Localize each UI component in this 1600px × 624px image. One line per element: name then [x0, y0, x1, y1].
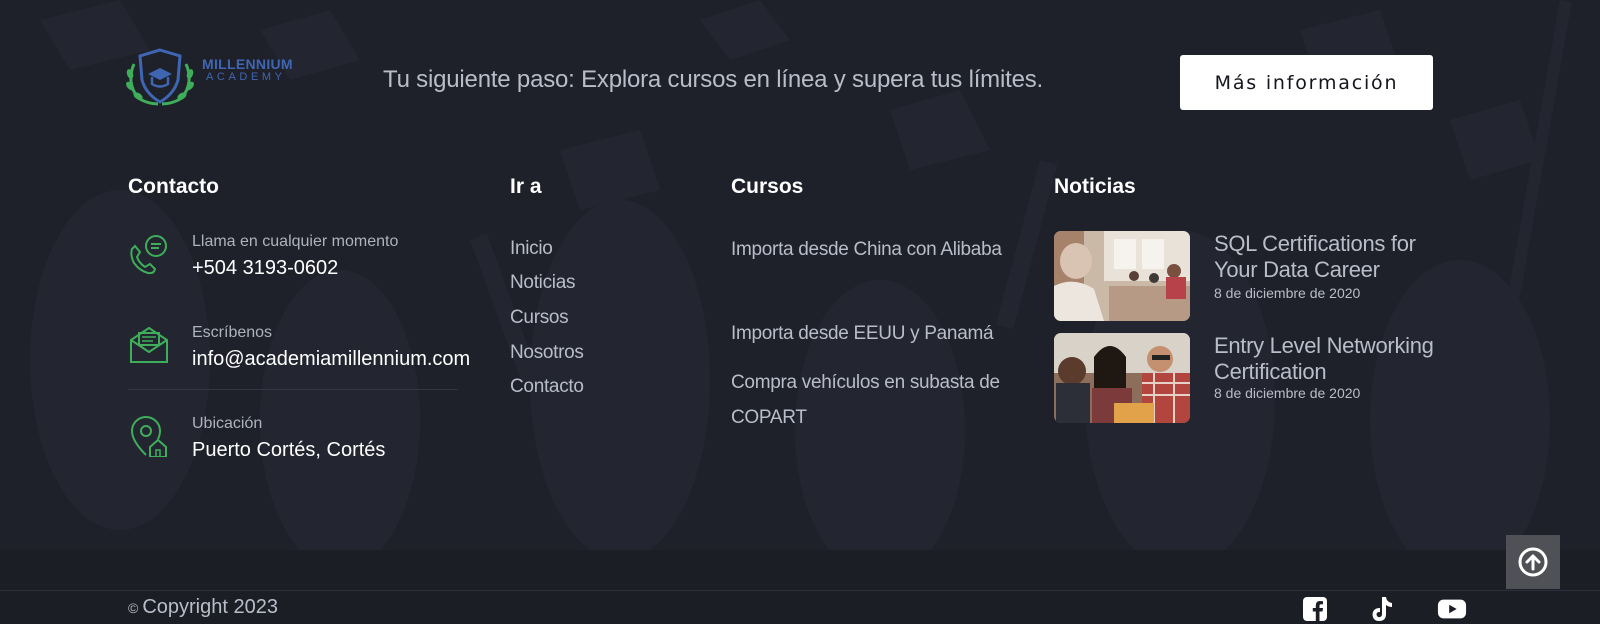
tagline: Tu siguiente paso: Explora cursos en lín… [383, 66, 1043, 93]
nav-link-nosotros[interactable]: Nosotros [510, 342, 584, 364]
facebook-icon [1303, 597, 1327, 621]
course-link-copart[interactable]: Compra vehículos en subasta de COPART [731, 365, 1001, 435]
mail-icon [130, 326, 168, 363]
phone-chat-icon [130, 235, 167, 275]
news-thumbnail[interactable] [1054, 231, 1190, 321]
tiktok-icon [1372, 597, 1392, 621]
logo-line1: MILLENNIUM [202, 56, 293, 72]
youtube-icon [1437, 599, 1467, 619]
news-item[interactable]: SQL Certifications for Your Data Career … [1054, 231, 1454, 323]
contact-phone-value[interactable]: +504 3193-0602 [192, 257, 338, 280]
news-date: 8 de diciembre de 2020 [1214, 285, 1361, 301]
contact-email-label: Escríbenos [192, 324, 273, 341]
nav-title: Ir a [510, 175, 542, 198]
news-date: 8 de diciembre de 2020 [1214, 385, 1361, 401]
bottom-divider [0, 590, 1600, 591]
more-info-button[interactable]: Más información [1180, 55, 1433, 110]
students-photo [1054, 333, 1190, 423]
contact-phone-label: Llama en cualquier momento [192, 233, 399, 250]
contact-location[interactable]: Ubicación Puerto Cortés, Cortés [128, 415, 468, 485]
courses-title: Cursos [731, 175, 804, 198]
back-to-top-button[interactable] [1506, 535, 1560, 589]
news-thumbnail[interactable] [1054, 333, 1190, 423]
copyright-symbol: © [128, 599, 139, 616]
tiktok-link[interactable] [1367, 594, 1397, 624]
course-link-eeuu[interactable]: Importa desde EEUU y Panamá [731, 316, 1011, 351]
nav-link-contacto[interactable]: Contacto [510, 376, 584, 398]
nav-link-cursos[interactable]: Cursos [510, 307, 569, 329]
contact-divider [128, 389, 458, 390]
classroom-photo [1054, 231, 1190, 321]
contact-email-value[interactable]: info@academiamillennium.com [192, 348, 470, 371]
news-title-link[interactable]: Entry Level Networking Certification [1214, 333, 1454, 385]
logo-line2: ACADEMY [206, 71, 286, 83]
copyright-text: Copyright 2023 [142, 596, 278, 618]
location-home-icon [130, 416, 167, 457]
copyright: © Copyright 2023 [128, 596, 278, 619]
contact-email[interactable]: Escríbenos info@academiamillennium.com [128, 324, 470, 394]
youtube-link[interactable] [1437, 594, 1467, 624]
news-item[interactable]: Entry Level Networking Certification 8 d… [1054, 333, 1454, 425]
nav-link-inicio[interactable]: Inicio [510, 238, 553, 260]
facebook-link[interactable] [1300, 594, 1330, 624]
brand-logo[interactable]: MILLENNIUM ACADEMY [124, 46, 302, 106]
nav-link-noticias[interactable]: Noticias [510, 272, 575, 294]
news-title: Noticias [1054, 175, 1136, 198]
contact-phone[interactable]: Llama en cualquier momento +504 3193-060… [128, 233, 468, 303]
shield-laurel-icon [126, 48, 194, 106]
contact-location-label: Ubicación [192, 415, 263, 432]
arrow-up-circle-icon [1518, 547, 1548, 577]
course-link-china[interactable]: Importa desde China con Alibaba [731, 232, 1011, 267]
logo-text: MILLENNIUM ACADEMY [202, 56, 293, 84]
news-title-link[interactable]: SQL Certifications for Your Data Career [1214, 231, 1454, 283]
contact-title: Contacto [128, 175, 219, 198]
contact-location-value: Puerto Cortés, Cortés [192, 439, 386, 461]
